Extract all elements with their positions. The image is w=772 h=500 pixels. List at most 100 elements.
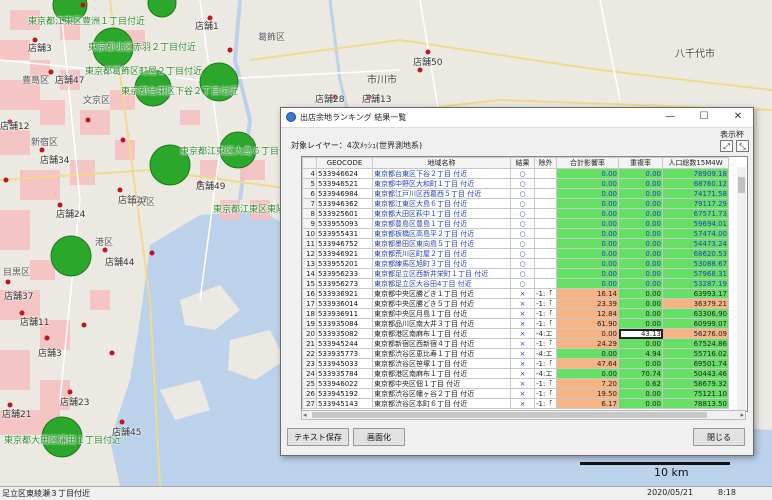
overlap-rate-cell[interactable]: 70.74 — [618, 368, 663, 379]
impact-rate-cell[interactable]: 12.84 — [556, 308, 619, 319]
result-cell[interactable]: ○ — [510, 248, 535, 259]
area-name-cell[interactable]: 東京都中央区勝どき５丁目 付近 — [372, 298, 511, 309]
table-row[interactable]: 23 533945033 東京都渋谷区笹塚１丁目 付近 × -1:「 47.64 0.00 6… — [302, 358, 729, 369]
overlap-rate-cell[interactable]: 4.94 — [618, 348, 663, 359]
overlap-rate-cell[interactable]: 0.00 — [618, 388, 663, 399]
population-cell[interactable]: 63306.90 — [662, 308, 729, 319]
exclusion-cell[interactable]: -4:エ — [534, 368, 557, 379]
exclusion-cell[interactable]: -1:「 — [534, 338, 557, 349]
exclusion-cell[interactable] — [534, 238, 557, 249]
row-number[interactable]: 19 — [302, 318, 317, 329]
impact-rate-cell[interactable]: 6.17 — [556, 398, 619, 409]
population-cell[interactable]: 53287.19 — [662, 278, 729, 289]
exclusion-cell[interactable] — [534, 258, 557, 269]
table-row[interactable]: 15 533956273 東京都足立区大谷田4丁目 付近 ○ 0.00 0.00 53287… — [302, 278, 729, 289]
geocode-cell[interactable]: 533946921 — [316, 248, 373, 259]
overlap-rate-cell[interactable]: 0.00 — [618, 188, 663, 199]
table-row[interactable]: 14 533956233 東京都足立区西新井栄町１丁目 付近 ○ 0.00 0.00 579… — [302, 268, 729, 279]
save-text-button[interactable]: テキスト保存 — [287, 428, 349, 446]
impact-rate-cell[interactable]: 0.00 — [556, 278, 619, 289]
population-cell[interactable]: 57474.00 — [662, 228, 729, 239]
table-row[interactable]: 12 533946921 東京都荒川区町屋２丁目 付近 ○ 0.00 0.00 68620.… — [302, 248, 729, 259]
close-window-button[interactable]: ✕ — [727, 110, 749, 124]
geocode-cell[interactable]: 533935784 — [316, 368, 373, 379]
exclusion-cell[interactable] — [534, 268, 557, 279]
row-number[interactable]: 21 — [302, 338, 317, 349]
result-cell[interactable]: × — [510, 298, 535, 309]
population-cell[interactable]: 78813.50 — [662, 398, 729, 409]
impact-rate-cell[interactable]: 0.00 — [556, 208, 619, 219]
geocode-cell[interactable]: 533955201 — [316, 258, 373, 269]
area-name-cell[interactable]: 東京都中央区月島１丁目 付近 — [372, 308, 511, 319]
impact-rate-cell[interactable]: 0.00 — [556, 368, 619, 379]
area-name-cell[interactable]: 東京都港区南麻布１丁目 付近 — [372, 328, 511, 339]
area-name-cell[interactable]: 東京都足立区大谷田4丁目 付近 — [372, 278, 511, 289]
result-cell[interactable]: × — [510, 348, 535, 359]
area-name-cell[interactable]: 東京都墨田区東向島５丁目 付近 — [372, 238, 511, 249]
screen-export-button[interactable]: 画面化 — [353, 428, 405, 446]
area-name-cell[interactable]: 東京都大田区萩中１丁目 付近 — [372, 208, 511, 219]
horizontal-scrollbar[interactable]: ◂ ▸ — [301, 410, 746, 420]
result-cell[interactable]: ○ — [510, 238, 535, 249]
table-row[interactable]: 10 533955431 東京都板橋区高島平２丁目 付近 ○ 0.00 0.00 57474… — [302, 228, 729, 239]
impact-rate-cell[interactable]: 0.00 — [556, 228, 619, 239]
close-button[interactable]: 閉じる — [693, 428, 745, 446]
column-header[interactable]: 除外 — [534, 157, 557, 169]
population-cell[interactable]: 57968.31 — [662, 268, 729, 279]
area-name-cell[interactable]: 東京都渋谷区笹塚１丁目 付近 — [372, 358, 511, 369]
impact-rate-cell[interactable]: 0.00 — [556, 248, 619, 259]
impact-rate-cell[interactable]: 0.00 — [556, 178, 619, 189]
area-name-cell[interactable]: 東京都中央区勝どき１丁目 付近 — [372, 288, 511, 299]
exclusion-cell[interactable] — [534, 168, 557, 179]
result-cell[interactable]: × — [510, 318, 535, 329]
result-cell[interactable]: ○ — [510, 258, 535, 269]
result-cell[interactable]: × — [510, 388, 535, 399]
area-name-cell[interactable]: 東京都品川区南大井３丁目 付近 — [372, 318, 511, 329]
row-number[interactable]: 11 — [302, 238, 317, 249]
result-cell[interactable]: ○ — [510, 228, 535, 239]
area-name-cell[interactable]: 東京都渋谷区幡ヶ谷２丁目 付近 — [372, 388, 511, 399]
geocode-cell[interactable]: 533956233 — [316, 268, 373, 279]
result-cell[interactable]: × — [510, 308, 535, 319]
row-number[interactable]: 22 — [302, 348, 317, 359]
geocode-cell[interactable]: 533946362 — [316, 198, 373, 209]
population-cell[interactable]: 58679.32 — [662, 378, 729, 389]
impact-rate-cell[interactable]: 0.00 — [556, 238, 619, 249]
population-cell[interactable]: 68760.12 — [662, 178, 729, 189]
geocode-cell[interactable]: 533955431 — [316, 228, 373, 239]
exclusion-cell[interactable]: -1:「 — [534, 358, 557, 369]
overlap-rate-cell[interactable]: 0.00 — [618, 198, 663, 209]
impact-rate-cell[interactable]: 24.29 — [556, 338, 619, 349]
overlap-rate-cell[interactable]: 0.62 — [618, 378, 663, 389]
dialog-titlebar[interactable]: 出店余地ランキング 結果一覧 — ☐ ✕ — [281, 108, 753, 128]
area-name-cell[interactable]: 東京都江東区大島６丁目 付近 — [372, 198, 511, 209]
row-number[interactable]: 6 — [302, 188, 317, 199]
table-row[interactable]: 22 533935773 東京都渋谷区恵比寿１丁目 付近 × -4:エ 0.00 4.94 5… — [302, 348, 729, 359]
table-row[interactable]: 24 533935784 東京都港区南麻布１丁目 付近 × -4:エ 0.00 70.74 5… — [302, 368, 729, 379]
row-number[interactable]: 7 — [302, 198, 317, 209]
table-row[interactable]: 20 533935082 東京都港区南麻布１丁目 付近 × -4:エ 0.00 43.13 5… — [302, 328, 729, 339]
result-cell[interactable]: × — [510, 378, 535, 389]
result-cell[interactable]: ○ — [510, 208, 535, 219]
geocode-cell[interactable]: 533946752 — [316, 238, 373, 249]
overlap-rate-cell[interactable]: 0.00 — [618, 248, 663, 259]
geocode-cell[interactable]: 533936921 — [316, 288, 373, 299]
result-cell[interactable]: × — [510, 338, 535, 349]
population-cell[interactable]: 67571.73 — [662, 208, 729, 219]
scroll-thumb[interactable] — [738, 177, 745, 193]
exclusion-cell[interactable]: -1:「 — [534, 288, 557, 299]
geocode-cell[interactable]: 533946624 — [316, 168, 373, 179]
scroll-left-icon[interactable]: ◂ — [303, 411, 307, 419]
population-cell[interactable]: 53088.67 — [662, 258, 729, 269]
impact-rate-cell[interactable]: 61.90 — [556, 318, 619, 329]
geocode-cell[interactable]: 533935773 — [316, 348, 373, 359]
area-name-cell[interactable]: 東京都荒川区町屋２丁目 付近 — [372, 248, 511, 259]
exclusion-cell[interactable] — [534, 248, 557, 259]
overlap-rate-cell[interactable]: 0.00 — [618, 308, 663, 319]
result-cell[interactable]: × — [510, 358, 535, 369]
row-number[interactable]: 10 — [302, 228, 317, 239]
overlap-rate-cell[interactable]: 0.00 — [618, 228, 663, 239]
overlap-rate-cell[interactable]: 0.00 — [618, 288, 663, 299]
population-cell[interactable]: 78909.18 — [662, 168, 729, 179]
exclusion-cell[interactable] — [534, 198, 557, 209]
